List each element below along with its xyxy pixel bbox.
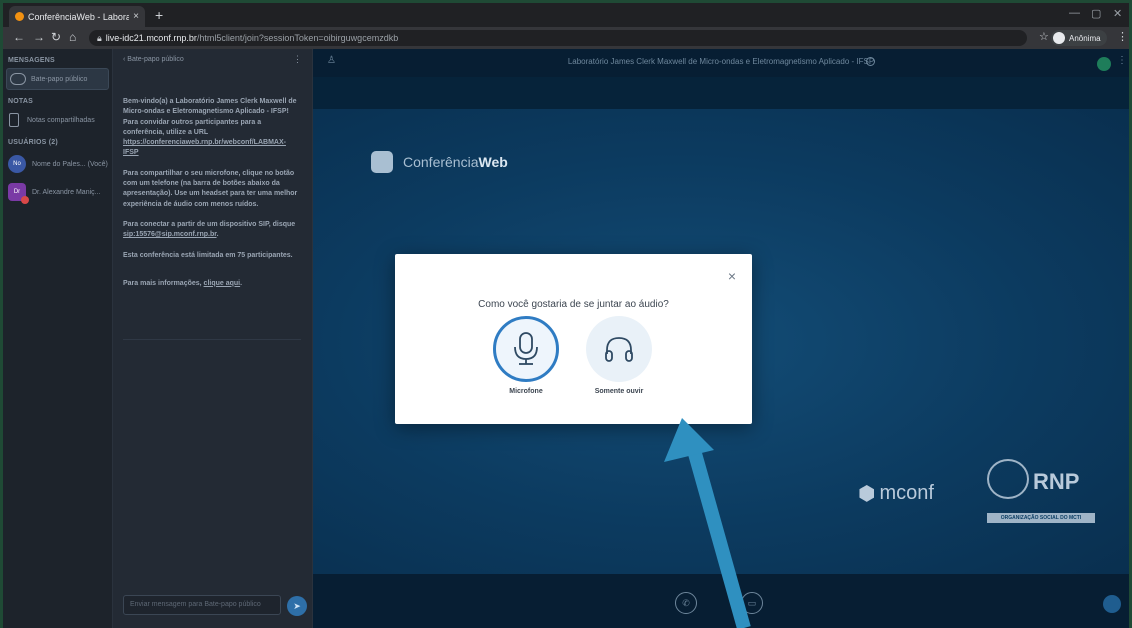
- url-path: /html5client/join?sessionToken=oibirguwg…: [196, 33, 399, 43]
- invite-link[interactable]: https://conferenciaweb.rnp.br/webconf/LA…: [123, 139, 286, 156]
- presenter-badge-icon: [21, 196, 29, 204]
- chat-title: ‹ Bate-papo público: [123, 56, 184, 63]
- forward-icon[interactable]: →: [33, 30, 45, 44]
- messages-header: MENSAGENS: [8, 57, 55, 64]
- address-bar[interactable]: 🔒︎ live-idc21.mconf.rnp.br/html5client/jo…: [89, 30, 1027, 46]
- close-icon[interactable]: ×: [728, 268, 736, 284]
- browser-tab[interactable]: ConferênciaWeb - Laboratório Ja ×: [9, 6, 145, 27]
- mconf-logo: ⬢ mconf: [858, 482, 934, 505]
- notes-header: NOTAS: [8, 98, 33, 105]
- listen-only-label: Somente ouvir: [594, 388, 644, 395]
- chat-header[interactable]: ‹ Bate-papo público ⋮: [113, 49, 312, 71]
- listen-only-button[interactable]: Somente ouvir: [585, 316, 653, 395]
- bookmark-star-icon[interactable]: ☆: [1039, 30, 1049, 43]
- address-row: ← → ↻ ⌂ 🔒︎ live-idc21.mconf.rnp.br/html5c…: [3, 27, 1129, 49]
- divider: [123, 339, 301, 340]
- microphone-icon: [514, 332, 538, 365]
- profile-label: Anônima: [1069, 33, 1101, 43]
- back-icon[interactable]: ←: [13, 30, 25, 44]
- lock-icon: 🔒︎: [97, 33, 102, 43]
- user-name: Dr. Alexandre Maniç...: [32, 188, 101, 196]
- new-tab-button[interactable]: +: [155, 7, 163, 23]
- chat-options-icon[interactable]: ⋮: [293, 54, 302, 65]
- session-topbar: ♙ Laboratório James Clerk Maxwell de Mic…: [313, 49, 1129, 77]
- tab-bar: ConferênciaWeb - Laboratório Ja × + — ▢ …: [3, 3, 1129, 27]
- tab-title: ConferênciaWeb - Laboratório Ja: [28, 11, 130, 22]
- close-window-icon[interactable]: ✕: [1113, 7, 1122, 20]
- users-header: USUÁRIOS (2): [8, 139, 58, 146]
- avatar: No: [8, 155, 26, 173]
- sip-link[interactable]: sip:15576@sip.mconf.rnp.br: [123, 231, 217, 238]
- send-button[interactable]: ➤: [287, 596, 307, 616]
- profile-button[interactable]: Anônima: [1051, 30, 1107, 46]
- user-item[interactable]: Dr Dr. Alexandre Maniç...: [3, 178, 112, 206]
- browser-window: ConferênciaWeb - Laboratório Ja × + — ▢ …: [3, 3, 1129, 628]
- rnp-logo: RNP ORGANIZAÇÃO SOCIAL DO MCTI: [987, 459, 1095, 525]
- conferenciaweb-logo: ConferênciaWeb: [371, 151, 508, 173]
- minimize-icon[interactable]: —: [1069, 7, 1080, 19]
- chat-message-input[interactable]: Enviar mensagem para Bate-papo público: [123, 595, 281, 615]
- action-bar: ✆ ▭: [313, 574, 1129, 628]
- headphones-icon: [605, 337, 633, 362]
- options-icon[interactable]: ⋮: [1117, 55, 1127, 66]
- favicon-icon: [15, 12, 24, 21]
- user-list-panel: MENSAGENS Bate-papo público NOTAS Notas …: [3, 49, 113, 628]
- modal-question: Como você gostaria de se juntar ao áudio…: [478, 299, 669, 310]
- public-chat-label: Bate-papo público: [31, 75, 88, 83]
- microphone-label: Microfone: [509, 388, 543, 395]
- reload-icon[interactable]: ↻: [51, 30, 61, 44]
- audio-join-modal: × Como você gostaria de se juntar ao áud…: [395, 254, 752, 424]
- tab-close-icon[interactable]: ×: [133, 11, 139, 22]
- sidebar-item-shared-notes[interactable]: Notas compartilhadas: [6, 109, 109, 131]
- browser-menu-icon[interactable]: ⋮: [1117, 30, 1128, 43]
- url-host: live-idc21.mconf.rnp.br: [105, 33, 197, 43]
- more-info-link[interactable]: clique aqui: [204, 280, 241, 287]
- incognito-icon: [1053, 32, 1065, 44]
- restore-icon[interactable]: ▢: [1091, 7, 1101, 20]
- chat-toggle-icon[interactable]: [1103, 595, 1121, 613]
- chat-bubble-icon: [10, 73, 26, 85]
- session-title: Laboratório James Clerk Maxwell de Micro…: [567, 57, 875, 66]
- record-icon[interactable]: [866, 57, 875, 66]
- sidebar-item-public-chat[interactable]: Bate-papo público: [6, 68, 109, 90]
- chat-panel: ‹ Bate-papo público ⋮ Bem-vindo(a) a Lab…: [113, 49, 313, 628]
- connection-status-icon[interactable]: [1097, 57, 1111, 71]
- shared-notes-label: Notas compartilhadas: [27, 116, 95, 124]
- user-item[interactable]: No Nome do Pales... (Você): [3, 150, 112, 178]
- welcome-message: Bem-vindo(a) a Laboratório James Clerk M…: [123, 98, 298, 287]
- avatar: Dr: [8, 183, 29, 204]
- notes-icon: [9, 113, 19, 127]
- share-webcam-icon[interactable]: ▭: [741, 592, 763, 614]
- join-audio-icon[interactable]: ✆: [675, 592, 697, 614]
- home-icon[interactable]: ⌂: [69, 30, 76, 44]
- microphone-button[interactable]: Microfone: [492, 316, 560, 395]
- user-name: Nome do Pales... (Você): [32, 160, 108, 168]
